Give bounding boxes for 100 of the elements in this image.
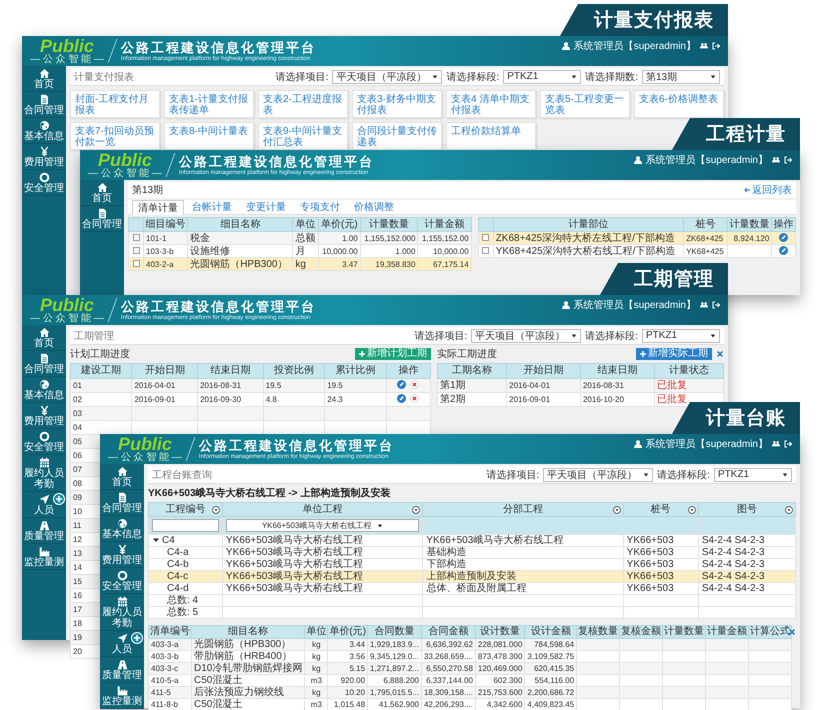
sidebar-item[interactable]: 首页 (22, 325, 66, 351)
sidebar-item[interactable]: 人员 (100, 631, 144, 657)
sidebar-item[interactable]: 费用管理 (22, 144, 66, 170)
sidebar-item[interactable]: 合同管理 (80, 206, 124, 232)
breadcrumb: 工程台账查询 (152, 468, 212, 482)
sidebar-item[interactable]: 合同管理 (22, 351, 66, 377)
plus-icon (640, 351, 646, 357)
column-menu-icon (785, 506, 793, 514)
sidebar-item[interactable]: 安全管理 (22, 429, 66, 455)
sidebar-item[interactable]: 安全管理 (22, 170, 66, 196)
report-card[interactable]: 支表2-工程进度报表 (258, 90, 348, 118)
sidebar-item[interactable]: 费用管理 (22, 403, 66, 429)
add-button[interactable]: 新增实际工期 (636, 348, 712, 360)
sidebar-item[interactable]: 履约人员考勤 (100, 594, 144, 631)
tab[interactable]: 台帐计量 (186, 200, 238, 214)
sidebar-item[interactable]: 合同管理 (100, 490, 144, 516)
logout-icon[interactable] (784, 156, 792, 164)
select-field[interactable]: 平天项目（平凉段） (471, 328, 582, 342)
users-icon[interactable] (700, 42, 708, 50)
select-field[interactable]: 平天项目（平凉段） (332, 70, 442, 84)
sidebar-item[interactable]: 合同管理 (22, 92, 66, 118)
sidebar-item[interactable]: 首页 (100, 464, 144, 490)
checkbox[interactable] (132, 260, 140, 268)
document-icon (38, 353, 50, 364)
users-icon[interactable] (772, 156, 780, 164)
sidebar-item[interactable]: 质量管理 (22, 518, 66, 544)
sidebar-item[interactable]: 基本信息 (100, 516, 144, 542)
select-field[interactable]: PTKZ1 (503, 70, 582, 84)
road-icon (38, 520, 50, 531)
report-card[interactable]: 支表3-财务中期支付报表 (352, 90, 442, 118)
edit-button[interactable] (397, 394, 406, 404)
logout-icon[interactable] (712, 301, 720, 309)
filter-select[interactable]: YK66+503峨马寺大桥右线工程 (226, 519, 420, 532)
caret-icon (710, 332, 716, 338)
report-card[interactable]: 支表4 清单中期支付报表 (446, 90, 536, 118)
sidebar-item[interactable]: 费用管理 (100, 542, 144, 568)
column-header: 计算公式 (748, 626, 792, 638)
sidebar-item[interactable]: 基本信息 (22, 377, 66, 403)
sidebar-item[interactable]: 基本信息 (22, 118, 66, 144)
column-header: 投资比例 (263, 364, 325, 378)
sidebar-item[interactable]: 首页 (80, 180, 124, 206)
logout-icon[interactable] (784, 440, 792, 448)
select-field[interactable]: PTKZ1 (714, 468, 792, 482)
report-card[interactable]: 支表9-中间计量支付汇总表 (258, 122, 348, 150)
report-card[interactable]: 支表8-中间计量表 (164, 122, 254, 150)
logout-icon[interactable] (712, 42, 720, 50)
checkbox[interactable] (132, 247, 140, 254)
edit-button[interactable] (779, 246, 788, 256)
checkbox[interactable] (132, 234, 140, 242)
table-cell: S4-2-4 S4-2-3 (698, 582, 796, 594)
home-icon (116, 466, 128, 477)
select-field[interactable]: 平天项目（平凉段） (543, 468, 654, 482)
column-header: 复核金额 (620, 626, 663, 638)
tab[interactable]: 清单计量 (132, 200, 184, 215)
report-card[interactable]: 支表6-价格调整表 (634, 90, 724, 118)
table-cell: 1,929,183.9... (368, 638, 422, 650)
platform-title: 公路工程建设信息化管理平台 (178, 154, 374, 168)
edit-button[interactable] (779, 233, 788, 242)
panel-title: 实际工期进度 (437, 348, 497, 361)
document-icon (38, 94, 50, 105)
sidebar-item[interactable]: 履约人员考勤 (22, 455, 66, 492)
close-icon[interactable] (788, 628, 796, 636)
table-cell: C4-a (148, 546, 222, 558)
sidebar-item[interactable]: 监控量测 (22, 544, 66, 570)
sidebar-item[interactable]: 质量管理 (100, 657, 144, 683)
select-field[interactable]: PTKZ1 (642, 328, 720, 342)
report-card[interactable]: 合同段计量支付传递表 (352, 122, 442, 150)
column-header: 计量金额 (706, 626, 749, 638)
report-card[interactable]: 封面-工程支付月报表 (70, 90, 160, 118)
tab[interactable]: 价格调整 (348, 200, 400, 214)
table-cell: 光圆钢筋（HPB300） (188, 258, 293, 270)
tab[interactable]: 变更计量 (240, 200, 292, 214)
delete-button[interactable] (410, 380, 420, 390)
sidebar-item[interactable]: 监控量测 (100, 683, 144, 709)
caret-icon (377, 522, 384, 528)
close-icon[interactable] (716, 350, 724, 358)
section-banner: 计量台账 (672, 402, 800, 434)
table-cell: 8,924.120 (727, 232, 772, 244)
report-card[interactable]: 支表7-扣回动员预付款一览 (70, 122, 160, 150)
users-icon[interactable] (772, 440, 780, 448)
table-cell: 6,550,270.58 (421, 662, 476, 674)
report-card[interactable]: 支表5-工程变更一览表 (540, 90, 630, 118)
select-field[interactable]: 第13期 (642, 70, 720, 84)
checkbox[interactable] (482, 247, 490, 254)
report-card[interactable]: 支表1-计量支付报表传递单 (164, 90, 254, 118)
delete-button[interactable] (410, 394, 420, 404)
users-icon[interactable] (700, 301, 708, 309)
sidebar-item[interactable]: 安全管理 (100, 568, 144, 594)
expand-toggle-icon[interactable] (153, 537, 159, 544)
sidebar-item[interactable]: 人员 (22, 492, 66, 518)
logo-slogan: — 公 众 智 能 — (30, 314, 104, 324)
back-link[interactable]: 返回列表 (744, 183, 792, 197)
checkbox[interactable] (482, 234, 490, 242)
sidebar-item[interactable]: 首页 (22, 66, 66, 92)
add-button[interactable] (131, 632, 143, 644)
tab[interactable]: 专项支付 (294, 200, 346, 214)
report-card[interactable]: 工程价款结算单 (446, 122, 536, 150)
edit-button[interactable] (397, 380, 406, 390)
add-button[interactable] (53, 493, 65, 505)
filter-input[interactable] (152, 519, 219, 532)
